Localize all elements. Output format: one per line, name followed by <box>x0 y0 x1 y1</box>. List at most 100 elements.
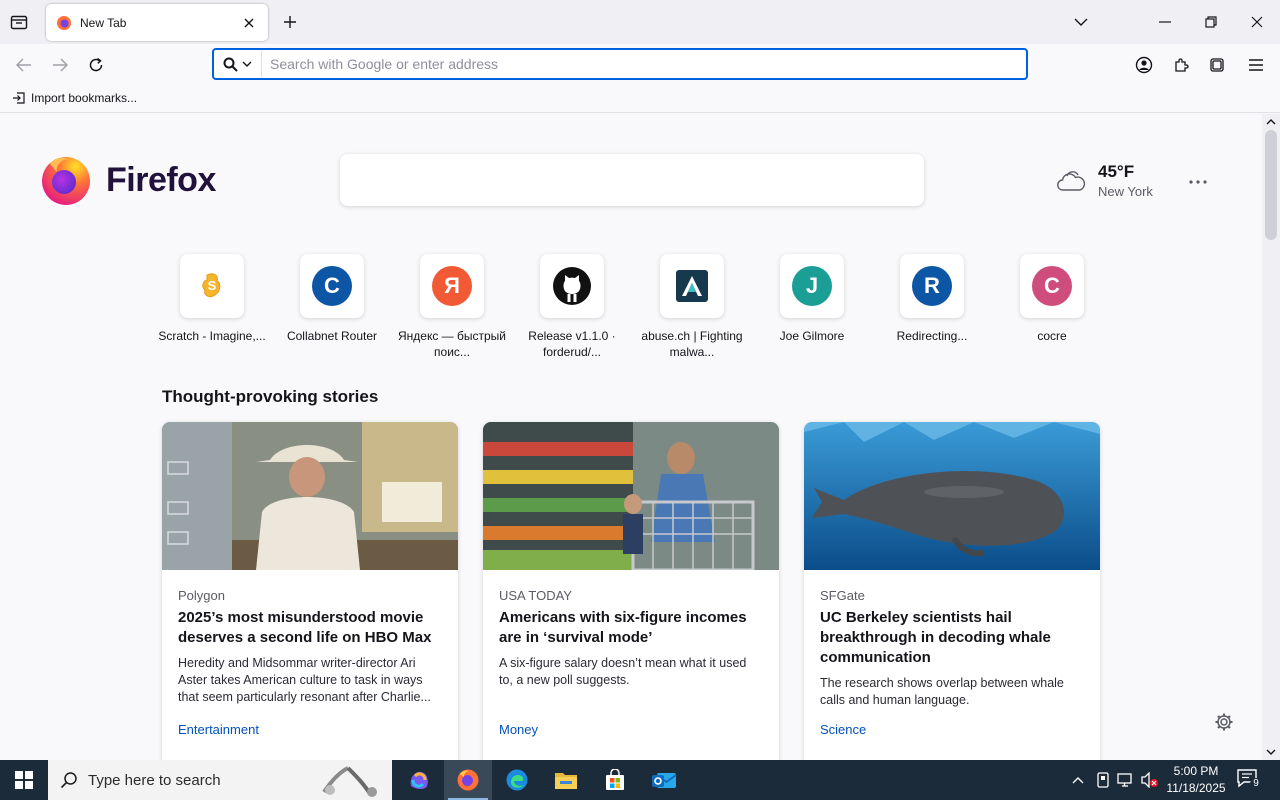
top-site-joe-gilmore[interactable]: J Joe Gilmore <box>752 254 872 360</box>
firefox-favicon-icon <box>57 15 71 30</box>
story-description: The research shows overlap between whale… <box>820 676 1064 707</box>
top-site-tile[interactable] <box>540 254 604 318</box>
usb-device-icon <box>1097 772 1109 788</box>
import-bookmarks-button[interactable]: Import bookmarks... <box>12 91 137 105</box>
chevron-up-icon <box>1072 777 1084 784</box>
account-button[interactable] <box>1130 51 1158 79</box>
scroll-down-arrow[interactable] <box>1265 746 1277 758</box>
top-site-tile[interactable]: C <box>300 254 364 318</box>
top-sites: S Scratch - Imagine,... C Collabnet Rout… <box>152 254 1112 360</box>
chevron-down-icon <box>242 61 252 67</box>
top-site-collabnet-router[interactable]: C Collabnet Router <box>272 254 392 360</box>
minimize-button[interactable] <box>1150 8 1180 36</box>
top-site-label: Яндекс — быстрый поис... <box>397 329 507 359</box>
url-input[interactable] <box>262 56 1026 72</box>
windows-logo-icon <box>15 771 33 789</box>
newtab-search-box[interactable] <box>340 154 924 206</box>
story-category: Science <box>820 722 867 737</box>
story-cards: Polygon 2025’s most misunderstood movie … <box>162 422 1100 760</box>
bookmarks-toolbar: Import bookmarks... <box>0 84 1280 113</box>
story-title: UC Berkeley scientists hail breakthrough… <box>820 609 1051 666</box>
scroll-thumb[interactable] <box>1265 130 1277 240</box>
taskbar-firefox[interactable] <box>444 760 492 800</box>
taskbar-edge[interactable] <box>493 760 541 800</box>
story-card[interactable]: SFGate UC Berkeley scientists hail break… <box>804 422 1100 760</box>
restore-button[interactable] <box>1196 8 1226 36</box>
story-card[interactable]: Polygon 2025’s most misunderstood movie … <box>162 422 458 760</box>
reload-button[interactable] <box>82 51 110 79</box>
top-site-redirecting[interactable]: R Redirecting... <box>872 254 992 360</box>
top-site-tile[interactable]: J <box>780 254 844 318</box>
github-icon <box>553 267 591 305</box>
close-icon <box>244 18 254 27</box>
notification-count-badge: 9 <box>1250 778 1262 790</box>
navigation-toolbar <box>0 44 1280 84</box>
close-window-button[interactable] <box>1242 8 1272 36</box>
top-site-tile[interactable]: C <box>1020 254 1084 318</box>
taskbar-search-input[interactable] <box>88 771 308 789</box>
weather-widget[interactable]: 45°F New York <box>1056 162 1153 199</box>
firefox-view-icon <box>10 15 28 30</box>
taskbar-file-explorer[interactable] <box>542 760 590 800</box>
top-site-label: abuse.ch | Fighting malwa... <box>641 329 743 359</box>
firefox-wordmark: Firefox <box>106 160 216 199</box>
list-all-tabs-button[interactable] <box>1066 8 1096 36</box>
top-site-github-release[interactable]: Release v1.1.0 · forderud/... <box>512 254 632 360</box>
show-hidden-icons-button[interactable] <box>1068 770 1088 790</box>
forward-button[interactable] <box>46 51 74 79</box>
top-site-tile[interactable]: R <box>900 254 964 318</box>
top-site-tile[interactable]: Я <box>420 254 484 318</box>
tab-new-tab[interactable]: New Tab <box>46 4 268 41</box>
start-button[interactable] <box>0 760 48 800</box>
top-site-abuse-ch[interactable]: abuse.ch | Fighting malwa... <box>632 254 752 360</box>
top-site-cocre[interactable]: C cocre <box>992 254 1112 360</box>
letter-c-icon: C <box>1032 266 1072 306</box>
tray-volume-icon[interactable] <box>1140 770 1160 790</box>
sidebar-icon <box>1210 58 1224 72</box>
mail-icon <box>652 773 677 788</box>
search-engine-selector[interactable] <box>214 50 262 78</box>
volume-muted-icon <box>1141 772 1158 788</box>
top-site-label: Redirecting... <box>896 329 968 343</box>
top-site-tile[interactable]: S <box>180 254 244 318</box>
back-button[interactable] <box>10 51 38 79</box>
scratch-icon: S <box>202 273 221 298</box>
weather-context-menu-button[interactable] <box>1186 170 1210 194</box>
taskbar-clock[interactable]: 5:00 PM 11/18/2025 <box>1160 763 1232 797</box>
firefox-view-button[interactable] <box>6 10 32 34</box>
scroll-up-arrow[interactable] <box>1265 116 1277 128</box>
taskbar-outlook[interactable] <box>640 760 688 800</box>
taskbar-search-box[interactable] <box>48 760 392 800</box>
store-icon <box>606 769 624 790</box>
address-bar <box>212 48 1028 80</box>
top-site-tile[interactable] <box>660 254 724 318</box>
story-source: Polygon <box>178 588 225 603</box>
top-site-label: cocre <box>1037 329 1067 343</box>
weather-temperature: 45°F <box>1098 162 1135 181</box>
caret-down-icon <box>1266 749 1276 755</box>
story-category: Entertainment <box>178 722 259 737</box>
copilot-icon <box>410 771 428 789</box>
top-site-yandex[interactable]: Я Яндекс — быстрый поис... <box>392 254 512 360</box>
top-site-scratch[interactable]: S Scratch - Imagine,... <box>152 254 272 360</box>
tab-close-button[interactable] <box>240 14 258 32</box>
tray-network-icon[interactable] <box>1116 770 1136 790</box>
story-source: SFGate <box>820 588 865 603</box>
reload-icon <box>89 57 103 72</box>
svg-text:S: S <box>208 278 217 293</box>
tray-device-icon[interactable] <box>1093 770 1113 790</box>
notification-center-button[interactable]: 9 <box>1236 768 1264 792</box>
letter-j-icon: J <box>792 266 832 306</box>
taskbar-copilot[interactable] <box>395 760 443 800</box>
story-category: Money <box>499 722 539 737</box>
customize-gear-icon[interactable] <box>1214 712 1234 732</box>
app-menu-button[interactable] <box>1242 51 1270 79</box>
story-image <box>162 422 458 570</box>
page-scrollbar[interactable] <box>1262 114 1280 760</box>
tab-strip: New Tab <box>0 0 1280 44</box>
new-tab-button[interactable] <box>278 10 302 34</box>
story-card[interactable]: USA TODAY Americans with six-figure inco… <box>483 422 779 760</box>
sidebar-button[interactable] <box>1203 51 1231 79</box>
taskbar-microsoft-store[interactable] <box>591 760 639 800</box>
extensions-button[interactable] <box>1167 51 1195 79</box>
